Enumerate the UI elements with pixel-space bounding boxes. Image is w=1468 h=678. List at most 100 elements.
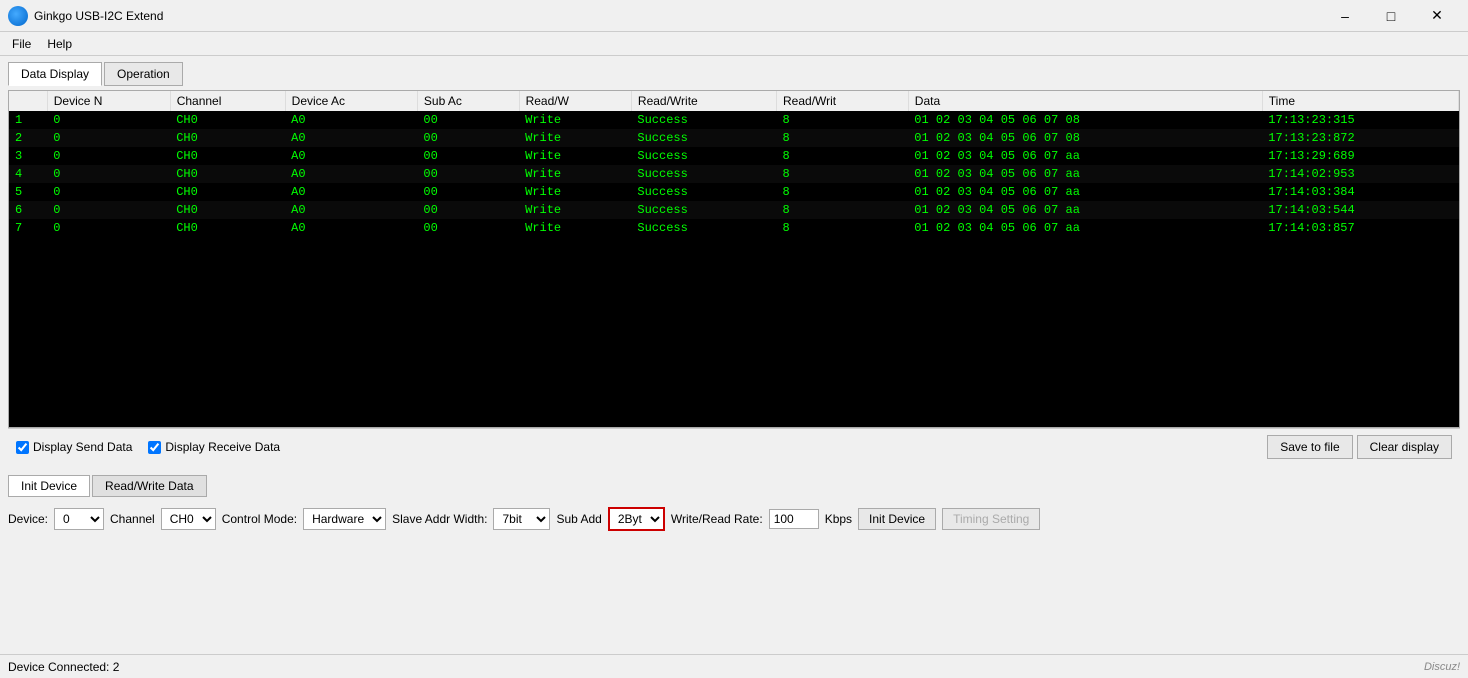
col-header-device-addr: Device Ac bbox=[285, 91, 417, 111]
menu-bar: File Help bbox=[0, 32, 1468, 56]
cell-rw: Write bbox=[519, 129, 631, 147]
col-header-num bbox=[9, 91, 47, 111]
cell-status: Success bbox=[631, 129, 776, 147]
window-controls: – □ ✕ bbox=[1322, 0, 1460, 32]
cell-count: 8 bbox=[777, 165, 909, 183]
cell-data: 01 02 03 04 05 06 07 08 bbox=[908, 129, 1262, 147]
cell-num: 1 bbox=[9, 111, 47, 129]
rw-rate-unit: Kbps bbox=[825, 512, 852, 526]
table-row: 5 0 CH0 A0 00 Write Success 8 01 02 03 0… bbox=[9, 183, 1459, 201]
menu-help[interactable]: Help bbox=[39, 35, 80, 53]
cell-device-addr: A0 bbox=[285, 219, 417, 237]
table-row: 2 0 CH0 A0 00 Write Success 8 01 02 03 0… bbox=[9, 129, 1459, 147]
table-row: 3 0 CH0 A0 00 Write Success 8 01 02 03 0… bbox=[9, 147, 1459, 165]
tab-init-device[interactable]: Init Device bbox=[8, 475, 90, 497]
tab-operation[interactable]: Operation bbox=[104, 62, 183, 86]
table-row: 7 0 CH0 A0 00 Write Success 8 01 02 03 0… bbox=[9, 219, 1459, 237]
display-footer: Display Send Data Display Receive Data S… bbox=[8, 428, 1460, 465]
cell-channel: CH0 bbox=[170, 219, 285, 237]
cell-device-addr: A0 bbox=[285, 201, 417, 219]
cell-sub-addr: 00 bbox=[417, 201, 519, 219]
cell-num: 3 bbox=[9, 147, 47, 165]
cell-device: 0 bbox=[47, 183, 170, 201]
cell-count: 8 bbox=[777, 129, 909, 147]
table-body: 1 0 CH0 A0 00 Write Success 8 01 02 03 0… bbox=[9, 111, 1459, 237]
cell-device: 0 bbox=[47, 111, 170, 129]
tab-data-display[interactable]: Data Display bbox=[8, 62, 102, 86]
cell-rw: Write bbox=[519, 147, 631, 165]
cell-time: 17:13:23:872 bbox=[1262, 129, 1458, 147]
cell-count: 8 bbox=[777, 147, 909, 165]
cell-data: 01 02 03 04 05 06 07 aa bbox=[908, 219, 1262, 237]
cell-status: Success bbox=[631, 111, 776, 129]
cell-device-addr: A0 bbox=[285, 165, 417, 183]
cell-sub-addr: 00 bbox=[417, 111, 519, 129]
data-table: Device N Channel Device Ac Sub Ac Read/W… bbox=[9, 91, 1459, 237]
save-to-file-button[interactable]: Save to file bbox=[1267, 435, 1352, 459]
timing-setting-button[interactable]: Timing Setting bbox=[942, 508, 1040, 530]
cell-num: 5 bbox=[9, 183, 47, 201]
status-bar: Device Connected: 2 Discuz! bbox=[0, 654, 1468, 678]
display-receive-data-text: Display Receive Data bbox=[165, 440, 280, 454]
rw-rate-input[interactable] bbox=[769, 509, 819, 529]
table-row: 6 0 CH0 A0 00 Write Success 8 01 02 03 0… bbox=[9, 201, 1459, 219]
cell-sub-addr: 00 bbox=[417, 165, 519, 183]
init-device-button[interactable]: Init Device bbox=[858, 508, 936, 530]
cell-channel: CH0 bbox=[170, 147, 285, 165]
clear-display-button[interactable]: Clear display bbox=[1357, 435, 1452, 459]
cell-device-addr: A0 bbox=[285, 111, 417, 129]
channel-select[interactable]: CH0 CH1 CH2 CH3 bbox=[161, 508, 216, 530]
config-row: Device: 0 1 2 Channel CH0 CH1 CH2 CH3 Co… bbox=[8, 503, 1460, 535]
cell-channel: CH0 bbox=[170, 165, 285, 183]
device-select[interactable]: 0 1 2 bbox=[54, 508, 104, 530]
display-receive-data-label[interactable]: Display Receive Data bbox=[148, 440, 280, 454]
cell-sub-addr: 00 bbox=[417, 129, 519, 147]
close-button[interactable]: ✕ bbox=[1414, 0, 1460, 32]
cell-device: 0 bbox=[47, 219, 170, 237]
cell-count: 8 bbox=[777, 201, 909, 219]
cell-rw: Write bbox=[519, 111, 631, 129]
bottom-tab-bar: Init Device Read/Write Data bbox=[8, 475, 1460, 497]
data-display-section: Device N Channel Device Ac Sub Ac Read/W… bbox=[8, 90, 1460, 428]
discuz-label: Discuz! bbox=[1424, 661, 1460, 673]
cell-device-addr: A0 bbox=[285, 147, 417, 165]
menu-file[interactable]: File bbox=[4, 35, 39, 53]
cell-time: 17:14:03:384 bbox=[1262, 183, 1458, 201]
display-send-data-text: Display Send Data bbox=[33, 440, 132, 454]
rw-rate-label: Write/Read Rate: bbox=[671, 512, 763, 526]
cell-device-addr: A0 bbox=[285, 129, 417, 147]
col-header-sub-addr: Sub Ac bbox=[417, 91, 519, 111]
col-header-channel: Channel bbox=[170, 91, 285, 111]
col-header-device: Device N bbox=[47, 91, 170, 111]
tab-rw-data[interactable]: Read/Write Data bbox=[92, 475, 206, 497]
title-bar: Ginkgo USB-I2C Extend – □ ✕ bbox=[0, 0, 1468, 32]
maximize-button[interactable]: □ bbox=[1368, 0, 1414, 32]
cell-num: 7 bbox=[9, 219, 47, 237]
cell-data: 01 02 03 04 05 06 07 aa bbox=[908, 201, 1262, 219]
cell-status: Success bbox=[631, 147, 776, 165]
table-header-row: Device N Channel Device Ac Sub Ac Read/W… bbox=[9, 91, 1459, 111]
cell-status: Success bbox=[631, 165, 776, 183]
col-header-data: Data bbox=[908, 91, 1262, 111]
display-receive-data-checkbox[interactable] bbox=[148, 441, 161, 454]
sub-addr-select[interactable]: 1Byt 2Byt 3Byt 4Byt bbox=[608, 507, 665, 531]
col-header-rw: Read/Write bbox=[631, 91, 776, 111]
display-footer-right: Save to file Clear display bbox=[1267, 435, 1452, 459]
cell-status: Success bbox=[631, 201, 776, 219]
display-send-data-label[interactable]: Display Send Data bbox=[16, 440, 132, 454]
cell-channel: CH0 bbox=[170, 201, 285, 219]
table-row: 1 0 CH0 A0 00 Write Success 8 01 02 03 0… bbox=[9, 111, 1459, 129]
channel-label: Channel bbox=[110, 512, 155, 526]
slave-addr-select[interactable]: 7bit 10bit bbox=[493, 508, 550, 530]
slave-addr-label: Slave Addr Width: bbox=[392, 512, 487, 526]
display-send-data-checkbox[interactable] bbox=[16, 441, 29, 454]
cell-num: 6 bbox=[9, 201, 47, 219]
main-content: Data Display Operation Device N Channel … bbox=[0, 56, 1468, 471]
cell-device: 0 bbox=[47, 201, 170, 219]
cell-status: Success bbox=[631, 219, 776, 237]
col-header-time: Time bbox=[1262, 91, 1458, 111]
cell-rw: Write bbox=[519, 165, 631, 183]
control-mode-select[interactable]: Hardware Software bbox=[303, 508, 386, 530]
minimize-button[interactable]: – bbox=[1322, 0, 1368, 32]
cell-time: 17:14:03:857 bbox=[1262, 219, 1458, 237]
